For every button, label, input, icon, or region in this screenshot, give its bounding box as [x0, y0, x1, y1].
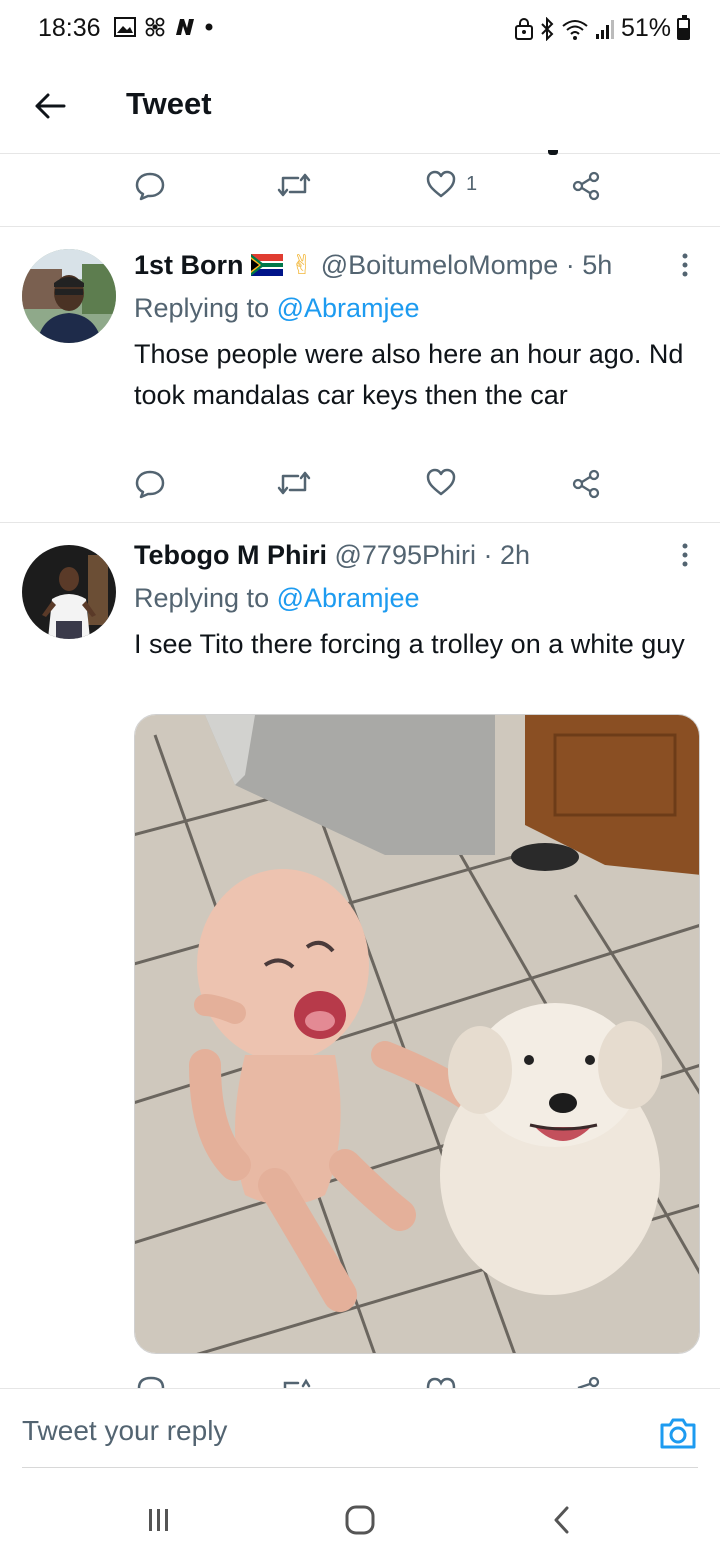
home-icon	[345, 1505, 375, 1535]
gallery-icon	[114, 17, 136, 37]
reply-button[interactable]	[134, 170, 166, 202]
dot-icon	[205, 23, 213, 31]
more-options-icon[interactable]	[680, 542, 690, 572]
avatar-photo-icon	[22, 545, 116, 639]
baby-and-dog-photo-icon	[135, 715, 699, 1353]
like-button[interactable]: 1	[426, 170, 477, 198]
previous-tweet-fragment	[548, 150, 558, 155]
handle-and-time[interactable]: @7795Phiri · 2h	[335, 540, 531, 570]
system-status: 51%	[514, 14, 690, 43]
arrow-left-icon	[35, 93, 66, 119]
page-title: Tweet	[126, 86, 212, 121]
retweet-button[interactable]	[276, 468, 312, 498]
share-icon	[572, 469, 600, 499]
signal-icon	[595, 19, 614, 39]
avatar-photo-icon	[22, 249, 116, 343]
replying-to: Replying to @Abramjee	[134, 583, 420, 614]
display-name[interactable]: 1st Born	[134, 250, 244, 280]
retweet-icon	[277, 471, 311, 495]
avatar[interactable]	[22, 249, 116, 343]
display-name[interactable]: Tebogo M Phiri	[134, 540, 327, 570]
lock-icon	[514, 17, 533, 40]
chevron-left-icon	[554, 1506, 569, 1534]
share-icon[interactable]	[570, 1374, 602, 1388]
share-icon	[572, 171, 600, 201]
camera-icon[interactable]	[658, 1413, 698, 1453]
top-app-bar: Tweet	[0, 60, 720, 154]
retweet-icon	[277, 173, 311, 197]
back-button[interactable]	[30, 86, 70, 126]
like-count: 1	[466, 172, 478, 195]
more-options-icon[interactable]	[680, 252, 690, 282]
battery-icon	[677, 14, 690, 40]
divider	[0, 226, 720, 227]
recent-apps-button[interactable]	[138, 1502, 178, 1538]
back-nav-button[interactable]	[542, 1502, 582, 1538]
share-button[interactable]	[570, 170, 602, 202]
tweet-actions-0: 1	[134, 170, 604, 210]
reply-button[interactable]	[134, 468, 166, 500]
tweet-text: Those people were also here an hour ago.…	[134, 339, 684, 410]
home-button[interactable]	[340, 1502, 380, 1538]
mention-link[interactable]: @Abramjee	[277, 293, 420, 323]
replying-to-label: Replying to	[134, 293, 277, 323]
replying-to: Replying to @Abramjee	[134, 293, 420, 324]
bluetooth-icon	[541, 16, 554, 41]
comment-icon	[135, 470, 165, 499]
comment-icon	[135, 172, 165, 201]
status-bar: 18:36 51%	[0, 0, 720, 60]
recents-icon	[149, 1509, 168, 1531]
tweet-header: 1st Born ✌ @BoitumeloMompe · 5h	[134, 250, 704, 281]
tweet-actions	[134, 468, 604, 508]
comment-icon[interactable]	[136, 1374, 166, 1388]
status-time: 18:36	[38, 14, 101, 42]
tweet-text: I see Tito there forcing a trolley on a …	[134, 629, 685, 659]
reply-input[interactable]: Tweet your reply	[22, 1415, 227, 1447]
heart-icon	[426, 170, 456, 198]
tweet-header: Tebogo M Phiri @7795Phiri · 2h	[134, 540, 704, 571]
notification-icons	[114, 16, 214, 38]
retweet-button[interactable]	[276, 170, 312, 200]
name-emoji: ✌	[290, 250, 314, 280]
n-app-icon	[176, 19, 194, 35]
retweet-icon[interactable]	[278, 1374, 312, 1388]
like-button[interactable]	[426, 468, 456, 496]
input-underline	[22, 1467, 698, 1468]
battery-level	[679, 28, 688, 38]
heart-icon[interactable]	[426, 1374, 456, 1388]
avatar[interactable]	[22, 545, 116, 639]
tweet-image[interactable]	[134, 714, 700, 1354]
tweet-actions-partial	[134, 1374, 604, 1388]
reply-composer: Tweet your reply	[0, 1388, 720, 1478]
wifi-icon	[562, 19, 588, 40]
divider	[0, 522, 720, 523]
fan-icon	[145, 17, 165, 37]
replying-to-label: Replying to	[134, 583, 277, 613]
south-africa-flag-icon	[251, 254, 284, 276]
share-button[interactable]	[570, 468, 602, 500]
battery-percent: 51%	[620, 14, 671, 42]
mention-link[interactable]: @Abramjee	[277, 583, 420, 613]
system-navigation-bar	[0, 1478, 720, 1560]
handle-and-time[interactable]: @BoitumeloMompe · 5h	[321, 250, 613, 280]
heart-icon	[426, 468, 456, 496]
